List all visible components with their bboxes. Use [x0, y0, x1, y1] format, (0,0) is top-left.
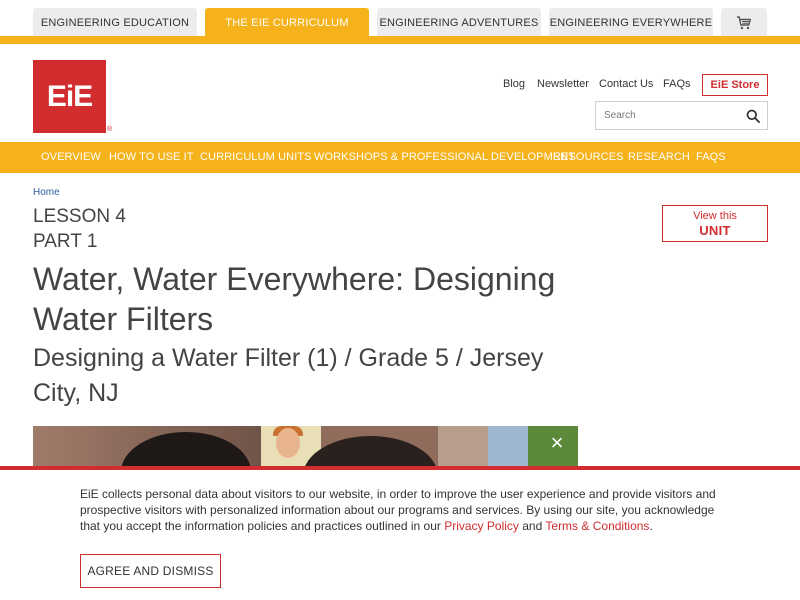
breadcrumb-home[interactable]: Home	[33, 187, 60, 198]
tab-engineering-everywhere[interactable]: ENGINEERING EVERYWHERE	[549, 8, 713, 38]
view-unit-line1: View this	[693, 210, 737, 222]
eie-store-button[interactable]: EiE Store	[702, 74, 768, 96]
nav-research[interactable]: RESEARCH	[628, 151, 690, 163]
nav-resources[interactable]: RESOURCES	[553, 151, 624, 163]
view-unit-button[interactable]: View this UNIT	[662, 205, 768, 242]
cart-icon	[737, 16, 751, 30]
faqs-link[interactable]: FAQs	[663, 78, 691, 90]
contact-us-link[interactable]: Contact Us	[599, 78, 653, 90]
lesson-label: LESSON 4	[33, 206, 126, 227]
nav-overview[interactable]: OVERVIEW	[41, 151, 101, 163]
tab-engineering-education[interactable]: ENGINEERING EDUCATION	[33, 8, 197, 38]
nav-curriculum-units[interactable]: CURRICULUM UNITS	[200, 151, 312, 163]
top-tab-bar: ENGINEERING EDUCATION THE EIE CURRICULUM…	[0, 0, 800, 44]
search-input[interactable]	[596, 102, 741, 129]
eie-logo[interactable]: EiE	[33, 60, 106, 133]
privacy-policy-link[interactable]: Privacy Policy	[444, 519, 519, 533]
newsletter-link[interactable]: Newsletter	[537, 78, 589, 90]
cart-button[interactable]	[721, 8, 767, 38]
nav-workshops[interactable]: WORKSHOPS & PROFESSIONAL DEVELOPMENT	[314, 151, 575, 163]
terms-conditions-link[interactable]: Terms & Conditions	[545, 519, 649, 533]
page-title: Water, Water Everywhere: Designing Water…	[33, 261, 556, 337]
agree-and-dismiss-button[interactable]: AGREE AND DISMISS	[80, 554, 221, 588]
tab-engineering-adventures[interactable]: ENGINEERING ADVENTURES	[377, 8, 541, 38]
blog-link[interactable]: Blog	[503, 78, 525, 90]
nav-how-to-use-it[interactable]: HOW TO USE IT	[109, 151, 194, 163]
search-icon[interactable]	[746, 109, 760, 123]
main-nav: OVERVIEW HOW TO USE IT CURRICULUM UNITS …	[0, 142, 800, 173]
search-box	[595, 101, 768, 130]
view-unit-line2: UNIT	[699, 223, 731, 238]
tab-eie-curriculum[interactable]: THE EIE CURRICULUM	[205, 8, 369, 38]
page-subtitle: Designing a Water Filter (1) / Grade 5 /…	[33, 344, 544, 407]
video-poster-face	[276, 428, 300, 458]
cookie-notice-text: EiE collects personal data about visitor…	[80, 487, 716, 533]
registered-mark: ®	[107, 126, 113, 133]
close-icon[interactable]: ×	[545, 432, 569, 456]
top-tab-rule	[0, 36, 800, 44]
part-label: PART 1	[33, 231, 98, 252]
nav-faqs[interactable]: FAQS	[696, 151, 726, 163]
